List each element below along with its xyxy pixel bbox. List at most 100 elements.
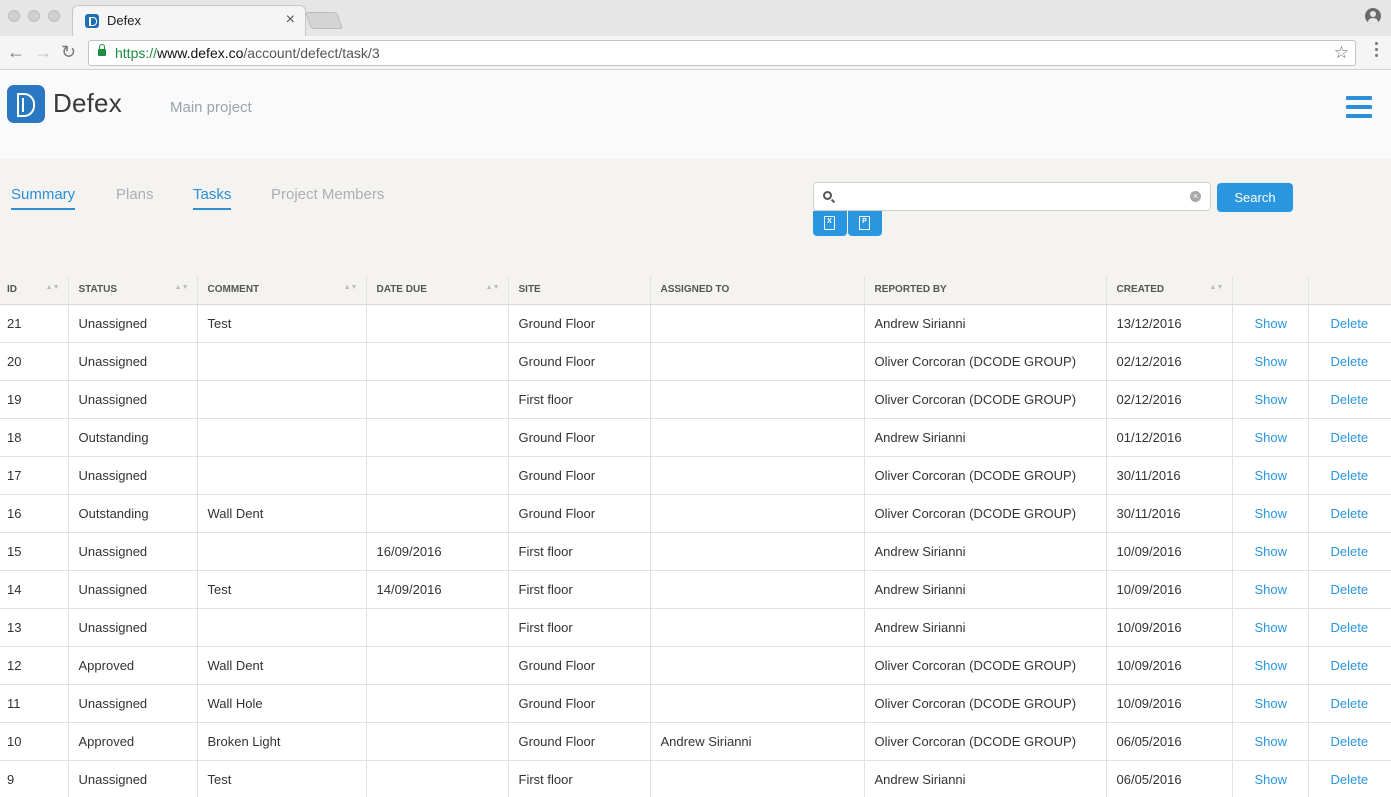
delete-link[interactable]: Delete (1308, 494, 1391, 533)
column-header-show (1232, 276, 1309, 305)
show-link[interactable]: Show (1232, 304, 1309, 343)
delete-link[interactable]: Delete (1308, 532, 1391, 571)
delete-link[interactable]: Delete (1308, 760, 1391, 797)
cell-date-due (366, 646, 509, 685)
cell-status: Approved (68, 722, 198, 761)
column-header-date-due[interactable]: DATE DUE ▲▼ (366, 276, 509, 305)
sort-icon[interactable]: ▲▼ (46, 284, 60, 291)
delete-link[interactable]: Delete (1308, 570, 1391, 609)
bookmark-star-icon[interactable]: ☆ (1334, 43, 1349, 63)
cell-id: 16 (0, 494, 69, 533)
cell-date-due (366, 608, 509, 647)
table-row: 16 Outstanding Wall Dent Ground Floor Ol… (0, 494, 1391, 533)
sort-icon[interactable]: ▲▼ (486, 284, 500, 291)
reload-icon[interactable]: ↻ (61, 41, 76, 63)
cell-reported-by: Andrew Sirianni (864, 570, 1107, 609)
show-link[interactable]: Show (1232, 380, 1309, 419)
table-row: 21 Unassigned Test Ground Floor Andrew S… (0, 304, 1391, 343)
delete-link[interactable]: Delete (1308, 418, 1391, 457)
cell-created: 10/09/2016 (1106, 684, 1233, 723)
delete-link[interactable]: Delete (1308, 304, 1391, 343)
show-link[interactable]: Show (1232, 646, 1309, 685)
show-link[interactable]: Show (1232, 570, 1309, 609)
show-link[interactable]: Show (1232, 494, 1309, 533)
minimize-window-button[interactable] (28, 10, 40, 22)
cell-date-due (366, 684, 509, 723)
tab-plans[interactable]: Plans (116, 186, 154, 208)
browser-tab[interactable]: Defex × (72, 5, 306, 36)
cell-comment (197, 456, 367, 495)
back-icon[interactable]: ← (7, 41, 25, 63)
cell-comment: Broken Light (197, 722, 367, 761)
show-link[interactable]: Show (1232, 456, 1309, 495)
maximize-window-button[interactable] (48, 10, 60, 22)
tab-summary[interactable]: Summary (11, 186, 76, 210)
column-header-site: SITE (508, 276, 651, 305)
cell-comment: Test (197, 760, 367, 797)
column-header-created[interactable]: CREATED ▲▼ (1106, 276, 1233, 305)
delete-link[interactable]: Delete (1308, 456, 1391, 495)
project-subnav: Summary Plans Tasks Project Members × Se… (0, 159, 1391, 276)
close-window-button[interactable] (8, 10, 20, 22)
cell-site: Ground Floor (508, 342, 651, 381)
show-link[interactable]: Show (1232, 684, 1309, 723)
show-link[interactable]: Show (1232, 532, 1309, 571)
delete-link[interactable]: Delete (1308, 684, 1391, 723)
cell-created: 06/05/2016 (1106, 760, 1233, 797)
column-header-comment[interactable]: COMMENT ▲▼ (197, 276, 367, 305)
delete-link[interactable]: Delete (1308, 342, 1391, 381)
clear-search-icon[interactable]: × (1190, 191, 1201, 202)
cell-assigned-to (650, 304, 865, 343)
cell-created: 10/09/2016 (1106, 570, 1233, 609)
url-text: https://www.defex.co/account/defect/task… (115, 45, 380, 61)
tab-tasks[interactable]: Tasks (193, 186, 232, 210)
sort-icon[interactable]: ▲▼ (1210, 284, 1224, 291)
sort-icon[interactable]: ▲▼ (175, 284, 189, 291)
browser-menu-icon[interactable] (1375, 42, 1379, 60)
sort-icon[interactable]: ▲▼ (344, 284, 358, 291)
delete-link[interactable]: Delete (1308, 608, 1391, 647)
cell-site: Ground Floor (508, 684, 651, 723)
cell-comment (197, 380, 367, 419)
table-body: 21 Unassigned Test Ground Floor Andrew S… (0, 304, 1391, 797)
cell-date-due (366, 494, 509, 533)
defex-logo-icon[interactable] (7, 85, 45, 123)
cell-assigned-to (650, 684, 865, 723)
delete-link[interactable]: Delete (1308, 380, 1391, 419)
table-header-row: ID ▲▼ STATUS ▲▼ COMMENT ▲▼ DATE DUE ▲▼ SITE … (0, 276, 1391, 305)
delete-link[interactable]: Delete (1308, 722, 1391, 761)
cell-comment: Wall Dent (197, 494, 367, 533)
cell-id: 21 (0, 304, 69, 343)
defex-favicon-icon (85, 14, 99, 28)
show-link[interactable]: Show (1232, 418, 1309, 457)
cell-status: Unassigned (68, 608, 198, 647)
export-pdf-button[interactable]: P (848, 211, 882, 236)
table-row: 20 Unassigned Ground Floor Oliver Corcor… (0, 342, 1391, 381)
cell-created: 10/09/2016 (1106, 646, 1233, 685)
show-link[interactable]: Show (1232, 722, 1309, 761)
address-bar[interactable]: https://www.defex.co/account/defect/task… (88, 40, 1356, 66)
delete-link[interactable]: Delete (1308, 646, 1391, 685)
show-link[interactable]: Show (1232, 608, 1309, 647)
search-button[interactable]: Search (1217, 183, 1293, 212)
column-header-id[interactable]: ID ▲▼ (0, 276, 69, 305)
hamburger-menu-icon[interactable] (1346, 96, 1372, 118)
export-excel-button[interactable]: X (813, 211, 847, 236)
forward-icon[interactable]: → (34, 41, 52, 63)
logo-text[interactable]: Defex (53, 88, 122, 119)
browser-toolbar: ← → ↻ https://www.defex.co/account/defec… (0, 36, 1391, 70)
show-link[interactable]: Show (1232, 342, 1309, 381)
project-name: Main project (170, 99, 252, 116)
table-row: 9 Unassigned Test First floor Andrew Sir… (0, 760, 1391, 797)
tab-project-members[interactable]: Project Members (271, 186, 384, 208)
lock-icon (98, 44, 106, 56)
search-input[interactable] (840, 186, 1180, 207)
cell-id: 12 (0, 646, 69, 685)
tab-close-icon[interactable]: × (286, 11, 295, 29)
profile-icon[interactable] (1365, 8, 1381, 24)
cell-date-due (366, 760, 509, 797)
cell-id: 9 (0, 760, 69, 797)
show-link[interactable]: Show (1232, 760, 1309, 797)
column-header-status[interactable]: STATUS ▲▼ (68, 276, 198, 305)
new-tab-button[interactable] (304, 12, 344, 29)
